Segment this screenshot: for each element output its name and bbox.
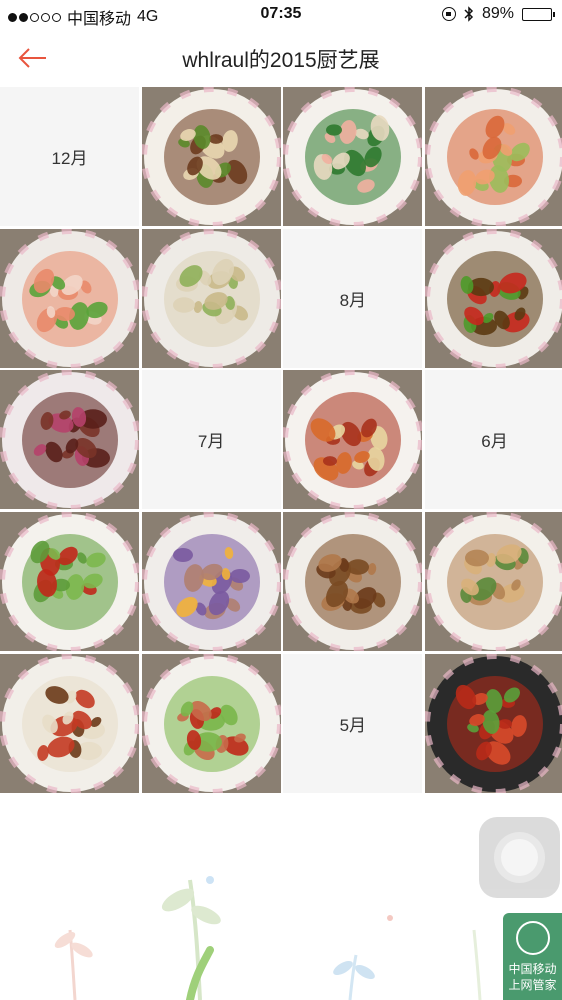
status-right: 89%	[441, 5, 555, 23]
photo-enoki-mushroom-soy[interactable]	[141, 87, 281, 226]
month-label: 8月	[283, 228, 423, 368]
photo-stirfried-shrimp[interactable]	[424, 87, 562, 226]
photo-braised-peppers[interactable]	[424, 228, 562, 368]
month-label: 12月	[0, 87, 139, 226]
battery-icon	[522, 7, 555, 21]
status-bar: 中国移动 4G 07:35 89%	[0, 0, 562, 30]
month-label: 6月	[424, 370, 562, 510]
assistive-touch-button[interactable]	[479, 817, 560, 898]
photo-boiled-prawns[interactable]	[0, 228, 139, 368]
photo-peas-minced-pork[interactable]	[141, 653, 281, 793]
china-mobile-logo-icon	[515, 921, 550, 955]
photo-chili-chicken[interactable]	[0, 653, 139, 793]
month-label: 5月	[283, 653, 423, 793]
nav-bar: whlraul的2015厨艺展	[0, 30, 562, 86]
photo-shredded-pork[interactable]	[283, 511, 423, 651]
month-label: 7月	[141, 370, 281, 510]
photo-edamame-chili[interactable]	[0, 511, 139, 651]
badge-line1: 中国移动	[508, 962, 557, 976]
bluetooth-icon	[464, 6, 474, 22]
photo-shrimp-broccoli[interactable]	[283, 87, 423, 226]
orientation-lock-icon	[441, 7, 456, 21]
decorative-plants-illustration	[54, 876, 482, 1000]
photo-sesame-pork[interactable]	[283, 370, 423, 510]
photo-stirfried-mushrooms[interactable]	[424, 511, 562, 651]
photo-braised-gizzards[interactable]	[0, 370, 139, 510]
photo-eggplant-mince[interactable]	[141, 511, 281, 651]
photo-grid: 12月 8月 7月 6月 5月	[0, 87, 562, 793]
battery-percent: 89%	[481, 5, 514, 22]
photo-crayfish[interactable]	[424, 653, 562, 793]
page-title: whlraul的2015厨艺展	[182, 49, 380, 72]
china-mobile-badge[interactable]: 中国移动 上网管家	[503, 913, 562, 1000]
photo-pearl-meatballs[interactable]	[141, 228, 281, 368]
badge-line2: 上网管家	[508, 978, 557, 992]
